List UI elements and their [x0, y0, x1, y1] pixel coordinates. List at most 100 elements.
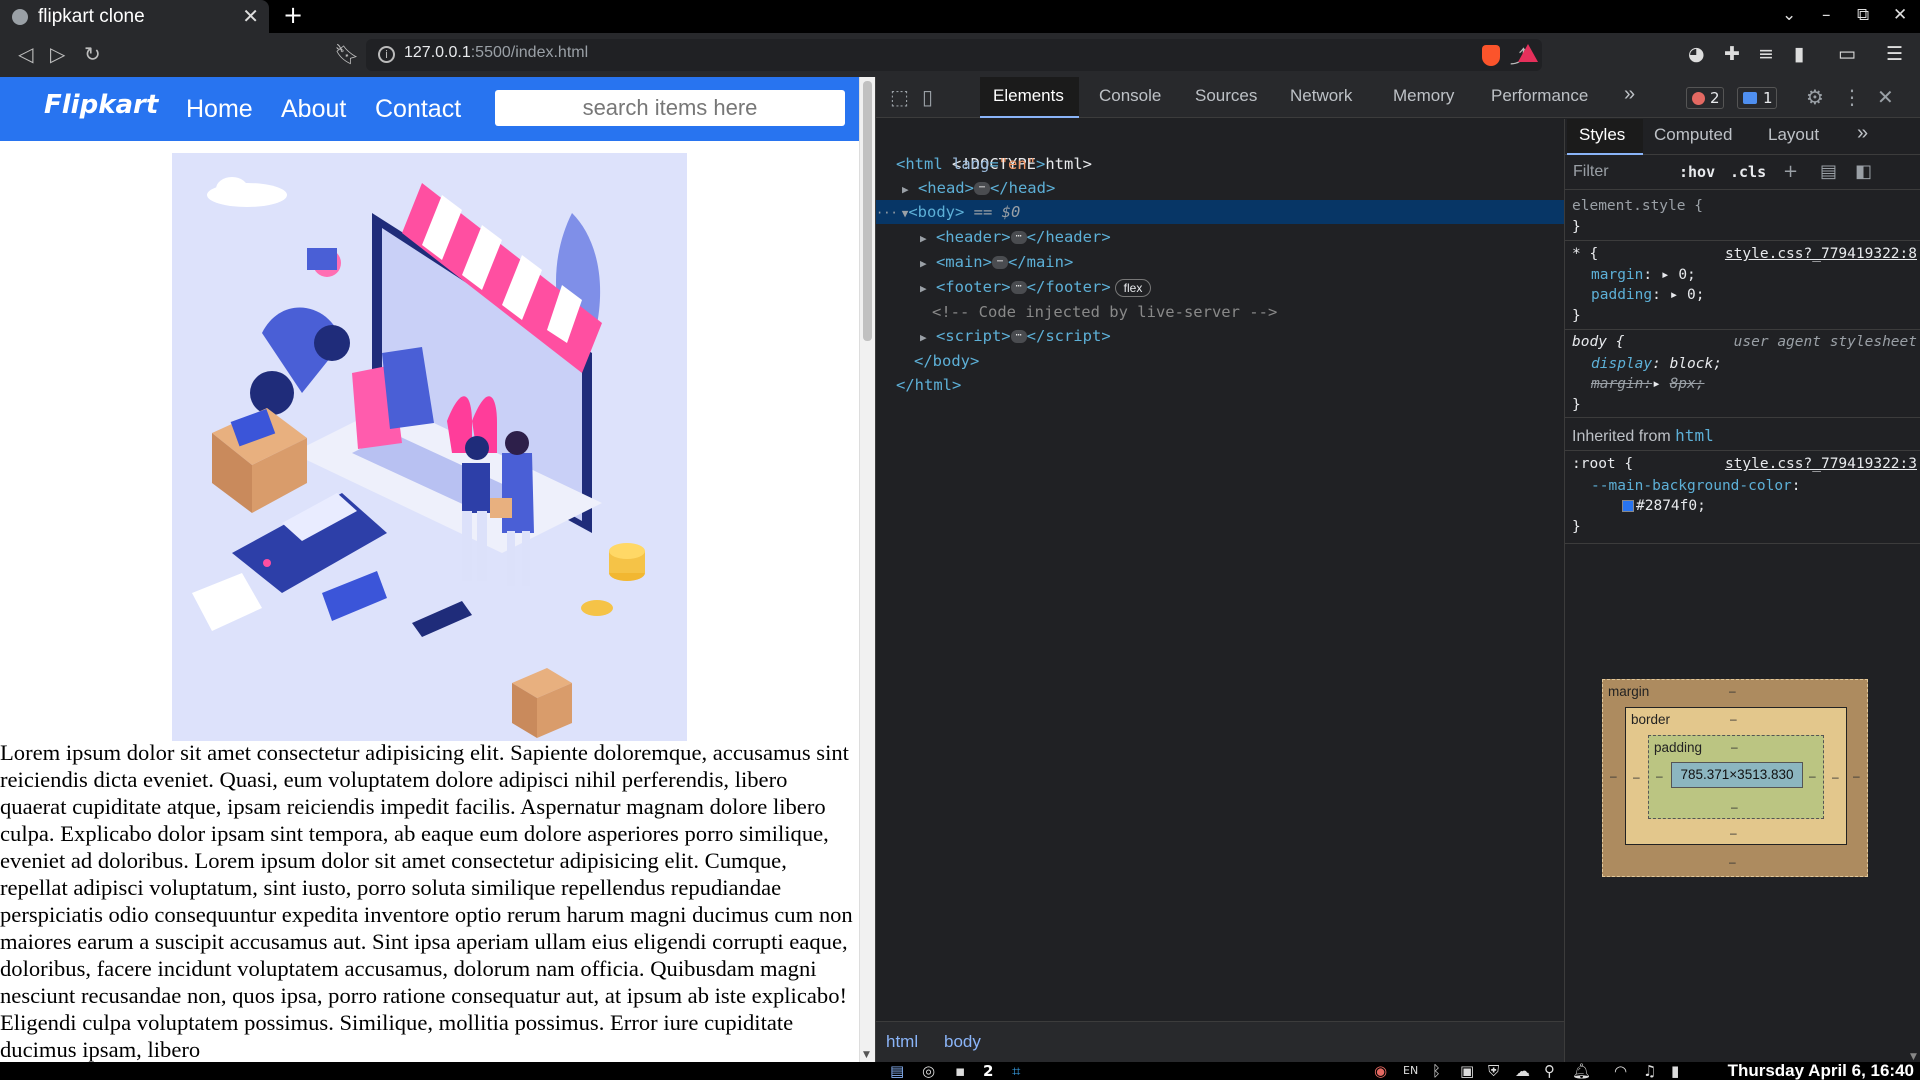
restore-icon[interactable]: ⧉: [1857, 5, 1869, 25]
ellipsis-icon[interactable]: ⋯: [973, 182, 990, 195]
hov-toggle[interactable]: :hov: [1679, 163, 1715, 181]
menu-icon[interactable]: ☰: [1886, 43, 1903, 65]
forward-icon[interactable]: ▷: [50, 42, 65, 66]
page-scrollbar[interactable]: ▼: [859, 77, 875, 1062]
tab-performance[interactable]: Performance: [1491, 86, 1588, 106]
toggle-sidebar-icon[interactable]: ◧: [1855, 161, 1872, 182]
tab-flipkart-clone[interactable]: flipkart clone ✕: [0, 0, 269, 33]
tab-computed[interactable]: Computed: [1654, 125, 1732, 145]
star-source-link[interactable]: style.css?_779419322:8: [1725, 246, 1917, 262]
padding-declaration[interactable]: padding: ▸ 0;: [1591, 287, 1705, 303]
cls-toggle[interactable]: .cls: [1730, 163, 1766, 181]
keyboard-layout[interactable]: EN: [1403, 1062, 1418, 1080]
bluetooth-icon[interactable]: ᛒ: [1432, 1062, 1441, 1080]
cloud-icon[interactable]: ☁: [1515, 1062, 1530, 1080]
bookmark-icon[interactable]: 🔖︎: [334, 42, 359, 66]
dom-node-comment[interactable]: <!-- Code injected by live-server -->: [876, 300, 1564, 324]
flex-badge[interactable]: flex: [1114, 278, 1152, 297]
dom-node-main[interactable]: ▶ <main> ⋯ </main>: [876, 250, 1564, 274]
tab-sources[interactable]: Sources: [1195, 86, 1257, 106]
error-count-badge[interactable]: 2: [1686, 87, 1724, 109]
site-info-icon[interactable]: i: [378, 46, 395, 63]
playlist-icon[interactable]: ≡: [1758, 43, 1774, 65]
close-tab-icon[interactable]: ✕: [242, 4, 259, 28]
styles-filter-input[interactable]: Filter: [1573, 163, 1609, 181]
nav-about[interactable]: About: [281, 95, 346, 124]
ellipsis-icon[interactable]: ⋯: [1010, 330, 1027, 343]
clipboard-icon[interactable]: ▣: [1460, 1062, 1474, 1080]
window-close-icon[interactable]: ✕: [1893, 5, 1907, 25]
site-logo[interactable]: Flipkart: [44, 90, 158, 120]
location-icon[interactable]: ⚲: [1544, 1062, 1555, 1080]
nav-contact[interactable]: Contact: [375, 95, 461, 124]
tab-network[interactable]: Network: [1290, 86, 1352, 106]
settings-gear-icon[interactable]: ⚙: [1806, 85, 1824, 109]
shield-icon[interactable]: ⛨: [1488, 1062, 1499, 1080]
expand-arrow-icon[interactable]: ▶: [920, 257, 927, 270]
styles-scrollbar[interactable]: ▼: [1909, 155, 1920, 1062]
expand-arrow-icon[interactable]: ▶: [920, 282, 927, 295]
chevron-down-icon[interactable]: ⌄: [1782, 5, 1796, 25]
root-source-link[interactable]: style.css?_779419322:3: [1725, 456, 1917, 472]
search-input[interactable]: [495, 90, 845, 126]
custom-property-name[interactable]: --main-background-color:: [1591, 478, 1801, 494]
puzzle-icon[interactable]: ✚: [1724, 43, 1740, 65]
dom-node-head[interactable]: ▶ <head> ⋯ </head>: [876, 176, 1564, 200]
extension-icon[interactable]: ◕: [1688, 43, 1705, 65]
color-swatch[interactable]: [1622, 500, 1634, 512]
ellipsis-icon[interactable]: ⋯: [1010, 231, 1027, 244]
tab-styles[interactable]: Styles: [1579, 125, 1625, 145]
inspect-element-icon[interactable]: ⬚: [890, 85, 909, 109]
workspace-number[interactable]: 2: [983, 1062, 993, 1080]
reload-icon[interactable]: ↻: [84, 42, 101, 66]
expand-arrow-icon[interactable]: ▶: [902, 183, 909, 196]
music-icon[interactable]: ♫: [1643, 1062, 1656, 1080]
dom-node-footer[interactable]: ▶ <footer> ⋯ </footer> flex: [876, 275, 1564, 299]
system-clock[interactable]: Thursday April 6, 16:40: [1728, 1062, 1914, 1080]
nav-home[interactable]: Home: [186, 95, 253, 124]
recording-icon[interactable]: ◉: [1374, 1062, 1387, 1080]
browser-icon[interactable]: ◎: [922, 1062, 935, 1080]
more-tabs-icon[interactable]: »: [1624, 83, 1635, 106]
brave-rewards-icon[interactable]: [1518, 44, 1538, 62]
box-model-padding[interactable]: padding – – – – 785.371×3513.830: [1648, 735, 1824, 819]
kebab-menu-icon[interactable]: ⋮: [1842, 85, 1862, 109]
dom-node-body-selected[interactable]: ··· ▼<body> == $0: [876, 200, 1564, 224]
expand-arrow-icon[interactable]: ▶: [920, 331, 927, 344]
tab-memory[interactable]: Memory: [1393, 86, 1454, 106]
vscode-icon[interactable]: ⌗: [1012, 1062, 1020, 1080]
new-tab-button[interactable]: +: [283, 1, 303, 29]
dom-node-header[interactable]: ▶ <header> ⋯ </header>: [876, 225, 1564, 249]
element-style-selector[interactable]: element.style {: [1572, 198, 1703, 214]
dom-node-script[interactable]: ▶ <script> ⋯ </script>: [876, 324, 1564, 348]
box-model-border[interactable]: border – – – – padding – – – – 785.371×3…: [1625, 707, 1847, 845]
device-toolbar-icon[interactable]: ▯: [922, 85, 933, 109]
dom-node-body-close[interactable]: </body>: [876, 349, 1564, 373]
paint-roller-icon[interactable]: ▤: [1820, 161, 1837, 182]
close-devtools-icon[interactable]: ✕: [1877, 85, 1894, 109]
back-icon[interactable]: ◁: [18, 42, 33, 66]
dom-node-html[interactable]: <html lang="en">: [876, 152, 1564, 176]
inherited-html-link[interactable]: html: [1675, 426, 1714, 445]
wallet-icon[interactable]: ▭: [1838, 43, 1856, 65]
margin-declaration[interactable]: margin: ▸ 0;: [1591, 267, 1696, 283]
box-model-margin[interactable]: margin – – – – border – – – – padding – …: [1602, 679, 1868, 877]
breadcrumb-html[interactable]: html: [886, 1032, 918, 1052]
sidebar-icon[interactable]: ▮: [1794, 43, 1804, 65]
url-text[interactable]: 127.0.0.1:5500/index.html: [404, 44, 588, 62]
tab-elements[interactable]: Elements: [993, 86, 1064, 106]
files-icon[interactable]: ▤: [890, 1062, 904, 1080]
wifi-icon[interactable]: ◠: [1614, 1062, 1627, 1080]
terminal-icon[interactable]: ▪: [955, 1062, 965, 1080]
star-selector[interactable]: * {: [1572, 246, 1598, 262]
address-bar[interactable]: i 127.0.0.1:5500/index.html ⤴: [366, 39, 1542, 71]
dom-node-doctype[interactable]: <!DOCTYPE html>: [876, 128, 1564, 173]
page-scroll-thumb[interactable]: [863, 81, 872, 341]
more-subtabs-icon[interactable]: »: [1857, 122, 1868, 145]
custom-property-value[interactable]: #2874f0;: [1622, 498, 1706, 514]
ellipsis-icon[interactable]: ⋯: [991, 256, 1008, 269]
expand-arrow-icon[interactable]: ▶: [920, 232, 927, 245]
box-model-content-size[interactable]: 785.371×3513.830: [1671, 762, 1803, 788]
tab-console[interactable]: Console: [1099, 86, 1161, 106]
minimize-icon[interactable]: –: [1822, 5, 1831, 25]
